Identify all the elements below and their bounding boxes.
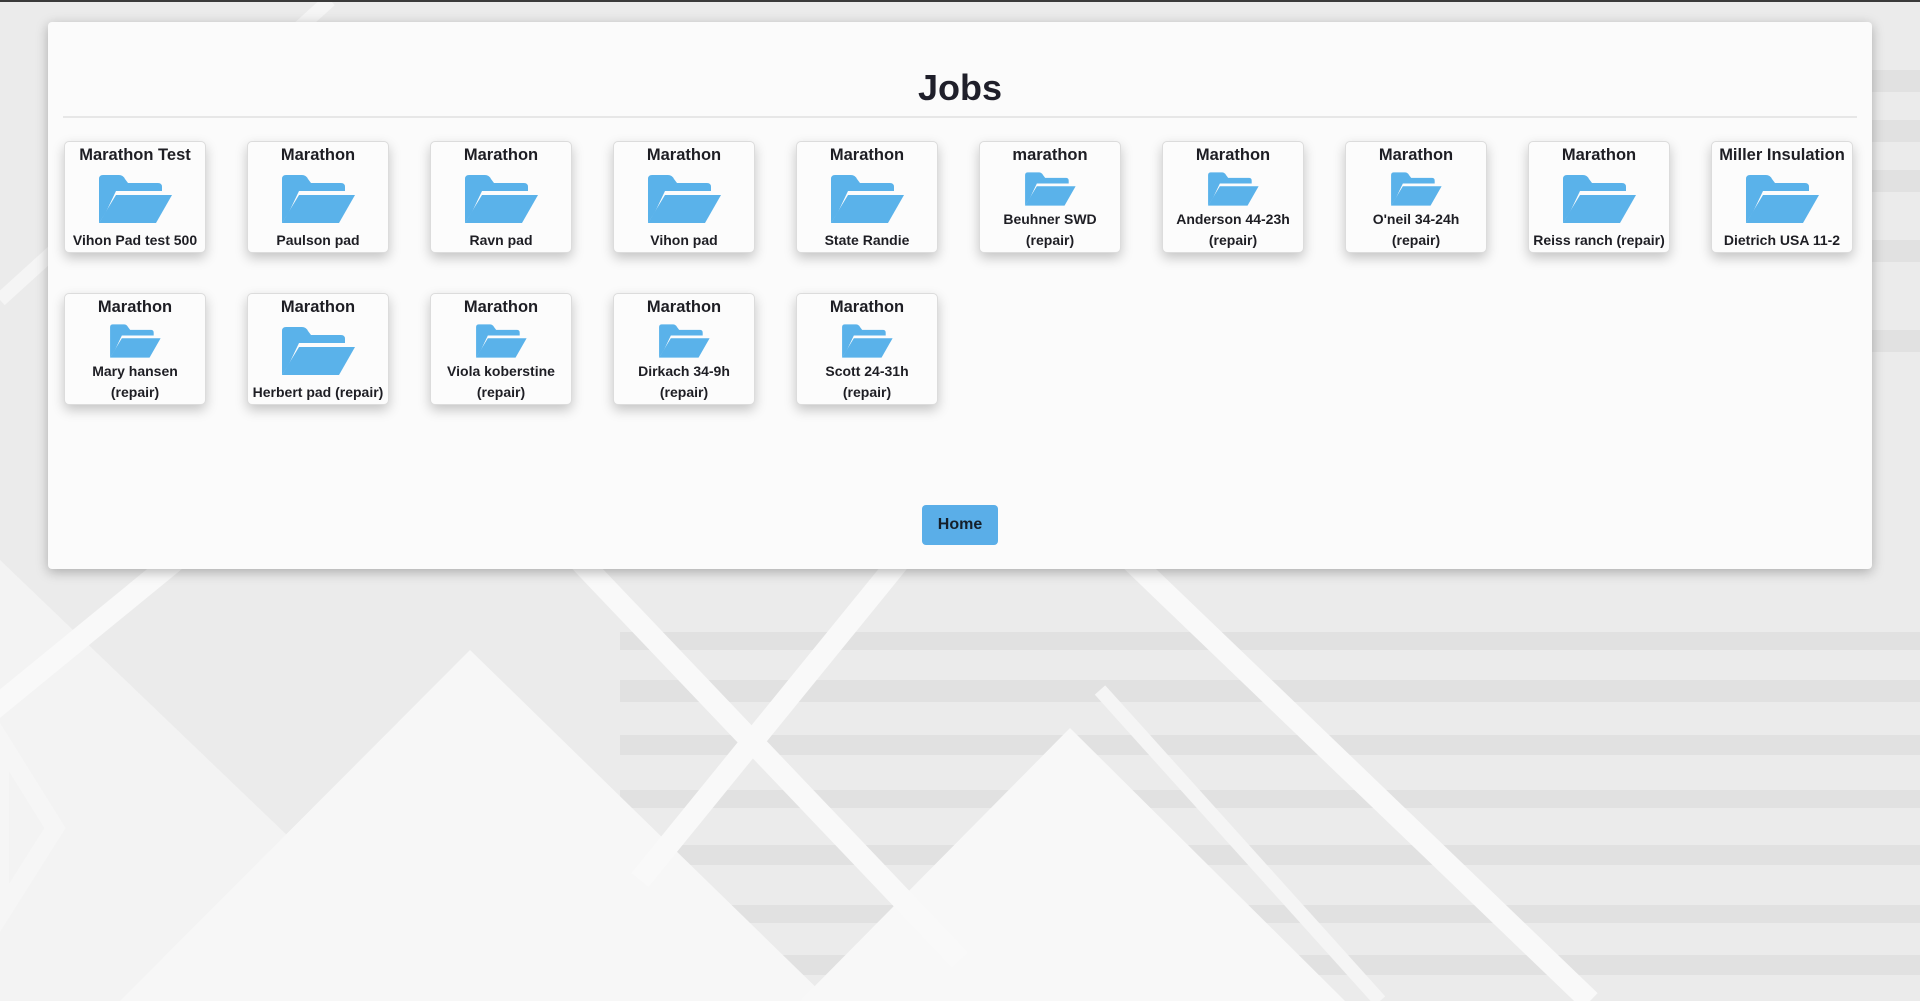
folder-open-icon <box>280 325 356 377</box>
job-company: Marathon <box>280 298 356 316</box>
job-card[interactable]: Marathon Dirkach 34-9h (repair) <box>613 293 755 405</box>
job-card[interactable]: Miller Insulation Dietrich USA 11-2 <box>1711 141 1853 253</box>
job-card[interactable]: Marathon Herbert pad (repair) <box>247 293 389 405</box>
folder-open-icon <box>463 173 539 225</box>
job-name: Ravn pad <box>469 232 533 248</box>
top-edge <box>0 0 1920 2</box>
job-card[interactable]: Marathon Vihon pad <box>613 141 755 253</box>
folder-open-icon <box>646 173 722 225</box>
folder-open-icon <box>474 323 528 359</box>
page-title: Jobs <box>917 67 1003 108</box>
job-company: Marathon <box>646 146 722 164</box>
job-company: Marathon <box>646 298 722 316</box>
jobs-panel: Jobs Marathon Test Vihon Pad test 500 Ma… <box>48 22 1872 569</box>
folder-open-icon <box>108 323 162 359</box>
job-company: Marathon <box>1561 146 1637 164</box>
folder-open-icon <box>829 173 905 225</box>
job-name: O'neil 34-24h (repair) <box>1372 211 1460 248</box>
folder-open-icon <box>1023 171 1077 207</box>
job-company: Marathon <box>829 298 905 316</box>
job-company: Marathon <box>1378 146 1454 164</box>
job-name: Reiss ranch (repair) <box>1533 232 1665 248</box>
job-card[interactable]: Marathon Test Vihon Pad test 500 <box>64 141 206 253</box>
job-card[interactable]: Marathon Reiss ranch (repair) <box>1528 141 1670 253</box>
folder-open-icon <box>280 173 356 225</box>
job-company: Marathon <box>1195 146 1271 164</box>
folder-open-icon <box>1206 171 1260 207</box>
job-name: Viola koberstine (repair) <box>447 363 555 400</box>
job-card[interactable]: Marathon Ravn pad <box>430 141 572 253</box>
job-name: Vihon pad <box>650 232 718 248</box>
job-company: marathon <box>1012 146 1088 164</box>
folder-open-icon <box>97 173 173 225</box>
job-name: Vihon Pad test 500 <box>72 232 198 248</box>
job-card[interactable]: Marathon O'neil 34-24h (repair) <box>1345 141 1487 253</box>
folder-open-icon <box>840 323 894 359</box>
job-name: Anderson 44-23h (repair) <box>1176 211 1290 248</box>
job-company: Miller Insulation <box>1719 146 1845 164</box>
job-company: Marathon <box>97 298 173 316</box>
job-card[interactable]: Marathon Viola koberstine (repair) <box>430 293 572 405</box>
folder-open-icon <box>657 323 711 359</box>
job-card[interactable]: Marathon Paulson pad <box>247 141 389 253</box>
job-name: Mary hansen (repair) <box>92 363 178 400</box>
title-divider <box>63 116 1857 118</box>
job-company: Marathon Test <box>79 146 191 164</box>
job-card[interactable]: Marathon Mary hansen (repair) <box>64 293 206 405</box>
home-button[interactable]: Home <box>922 505 998 545</box>
folder-open-icon <box>1389 171 1443 207</box>
job-company: Marathon <box>280 146 356 164</box>
job-name: State Randie <box>824 232 910 248</box>
folder-open-icon <box>1561 173 1637 225</box>
job-card[interactable]: marathon Beuhner SWD (repair) <box>979 141 1121 253</box>
job-name: Scott 24-31h (repair) <box>825 363 909 400</box>
folder-open-icon <box>1744 173 1820 225</box>
job-company: Marathon <box>463 298 539 316</box>
job-name: Dirkach 34-9h (repair) <box>638 363 730 400</box>
job-card[interactable]: Marathon Scott 24-31h (repair) <box>796 293 938 405</box>
job-name: Beuhner SWD (repair) <box>1003 211 1097 248</box>
job-company: Marathon <box>829 146 905 164</box>
job-card[interactable]: Marathon State Randie <box>796 141 938 253</box>
job-name: Paulson pad <box>276 232 360 248</box>
job-card[interactable]: Marathon Anderson 44-23h (repair) <box>1162 141 1304 253</box>
job-name: Dietrich USA 11-2 <box>1723 232 1841 248</box>
job-company: Marathon <box>463 146 539 164</box>
job-name: Herbert pad (repair) <box>252 384 384 400</box>
